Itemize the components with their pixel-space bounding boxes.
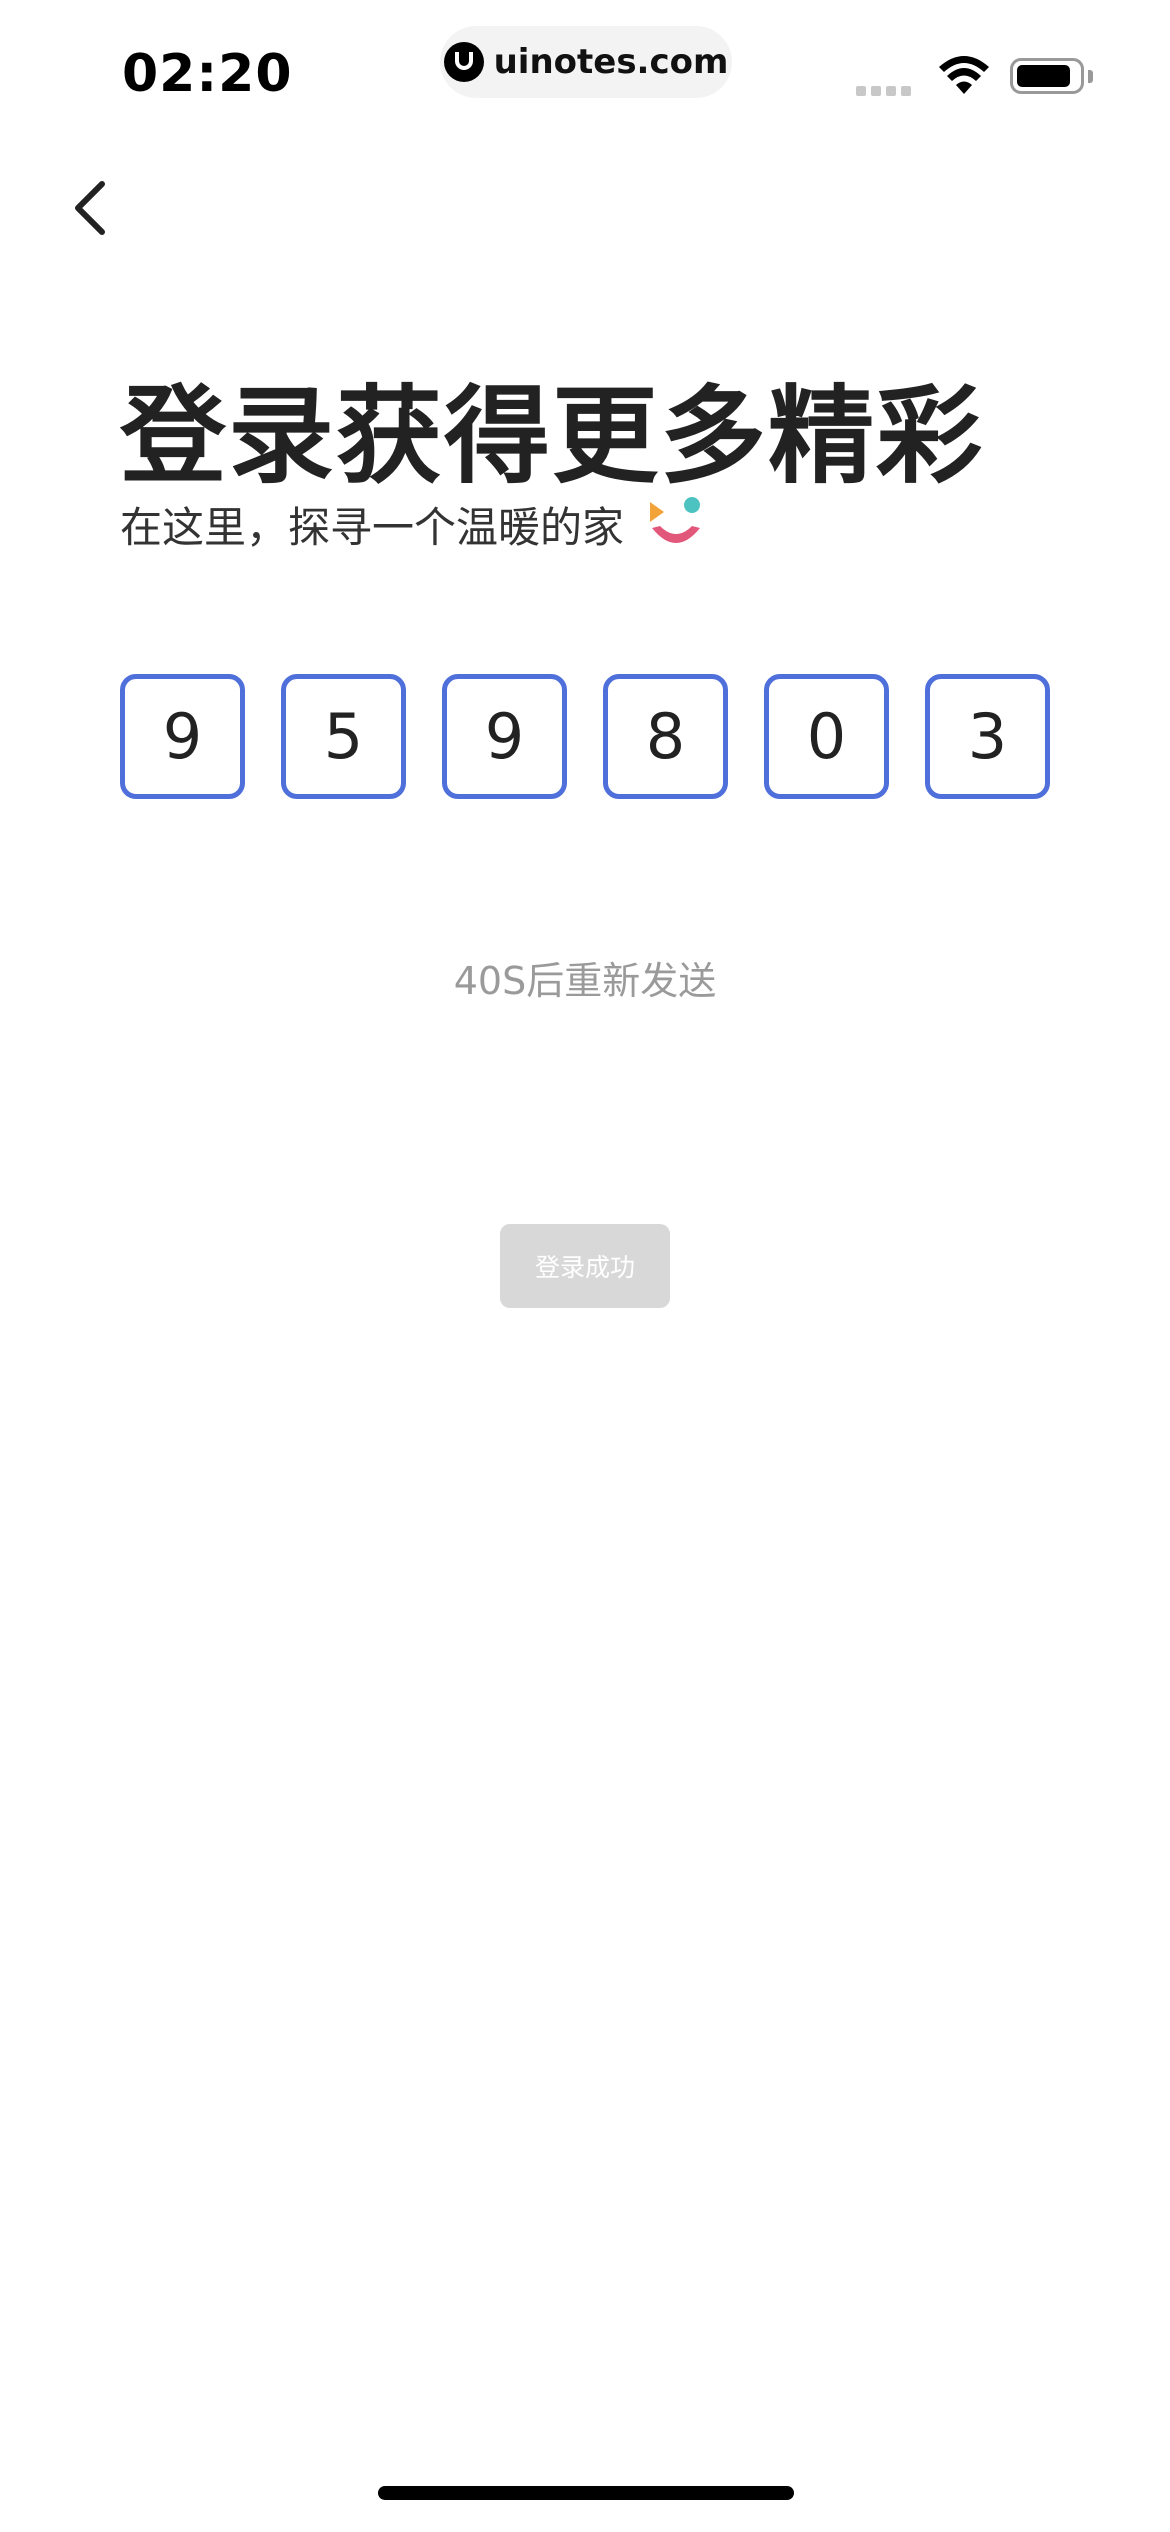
- url-pill[interactable]: uinotes.com: [440, 26, 732, 98]
- url-text: uinotes.com: [493, 42, 729, 82]
- code-digit-box-4[interactable]: 8: [603, 674, 728, 799]
- verification-code-row: 9 5 9 8 0 3: [120, 674, 1050, 799]
- battery-cap: [1088, 70, 1093, 83]
- resend-countdown: 40S后重新发送: [453, 959, 717, 1003]
- code-digit-box-1[interactable]: 9: [120, 674, 245, 799]
- code-digit-box-5[interactable]: 0: [764, 674, 889, 799]
- page-title: 登录获得更多精彩: [120, 375, 984, 498]
- status-time: 02:20: [122, 44, 293, 104]
- login-success-button[interactable]: 登录成功: [500, 1224, 670, 1308]
- battery-icon: [1010, 58, 1084, 94]
- chevron-left-icon: [75, 181, 105, 235]
- uinotes-logo-icon: [443, 42, 484, 82]
- subtitle-row: 在这里，探寻一个温暖的家: [120, 494, 708, 555]
- back-button[interactable]: [58, 172, 122, 244]
- page-subtitle: 在这里，探寻一个温暖的家: [120, 503, 625, 552]
- code-digit-box-6[interactable]: 3: [925, 674, 1050, 799]
- code-digit-box-3[interactable]: 9: [442, 674, 567, 799]
- code-digit-box-2[interactable]: 5: [281, 674, 406, 799]
- wifi-icon: [939, 56, 989, 94]
- home-indicator[interactable]: [378, 2486, 794, 2500]
- smiley-logo-icon: [650, 496, 701, 543]
- signal-bars-icon: [856, 86, 911, 96]
